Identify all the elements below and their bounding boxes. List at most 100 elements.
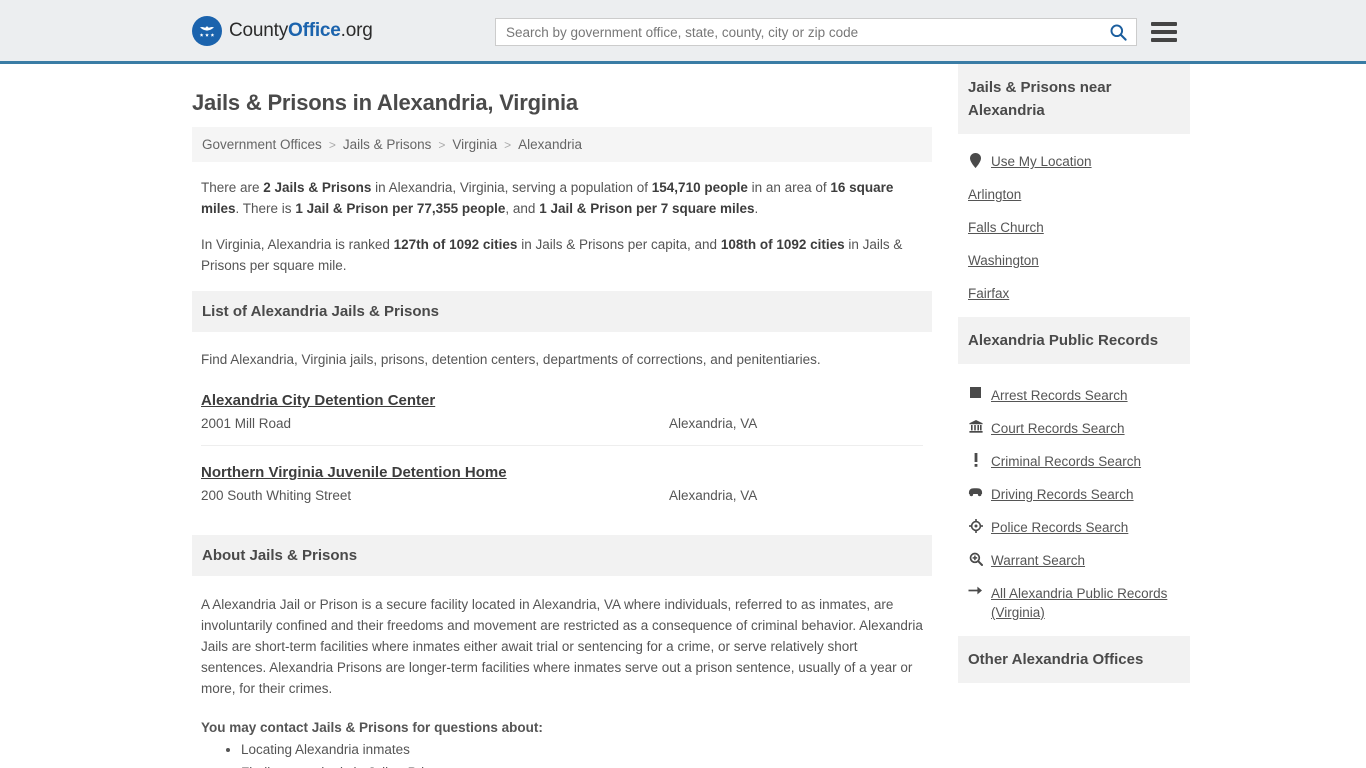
contact-lead-text: You may contact Jails & Prisons for ques…	[201, 720, 543, 735]
logo-text-org: .org	[340, 19, 373, 41]
sidebar-link-label[interactable]: All Alexandria Public Records (Virginia)	[991, 584, 1180, 622]
search-button[interactable]	[1107, 23, 1130, 42]
stat-population: 154,710 people	[651, 180, 748, 195]
main-column: Jails & Prisons in Alexandria, Virginia …	[192, 64, 932, 768]
breadcrumb-item-government-offices[interactable]: Government Offices	[202, 137, 322, 152]
intro-text: .	[754, 201, 759, 216]
courthouse-icon	[968, 420, 983, 433]
sidebar-link-label[interactable]: Police Records Search	[991, 518, 1128, 537]
list-section-description: Find Alexandria, Virginia jails, prisons…	[201, 352, 821, 367]
sidebar-public-records-list: Arrest Records Search Court Records Sear…	[958, 364, 1190, 622]
sidebar-nearby-title: Jails & Prisons near Alexandria	[958, 64, 1190, 134]
sidebar-card-other-offices: Other Alexandria Offices	[958, 636, 1190, 683]
listing-details-row: 2001 Mill Road Alexandria, VA	[201, 416, 923, 431]
search-box[interactable]	[495, 18, 1137, 46]
logo-text: CountyOffice.org	[229, 20, 373, 42]
breadcrumb-separator: >	[328, 137, 336, 152]
eagle-shield-icon	[192, 15, 222, 46]
intro-paragraph-2: In Virginia, Alexandria is ranked 127th …	[201, 234, 923, 276]
sidebar-item-police-records[interactable]: Police Records Search	[968, 518, 1180, 537]
sidebar-card-nearby: Jails & Prisons near Alexandria Use My L…	[958, 64, 1190, 303]
sidebar-item-driving-records[interactable]: Driving Records Search	[968, 485, 1180, 504]
list-item: Locating Alexandria inmates	[241, 738, 923, 761]
list-section-header: List of Alexandria Jails & Prisons	[192, 291, 932, 332]
sidebar-item-all-public-records[interactable]: All Alexandria Public Records (Virginia)	[968, 584, 1180, 622]
sidebar-link-label[interactable]: Falls Church	[968, 218, 1044, 237]
intro-paragraph-1: There are 2 Jails & Prisons in Alexandri…	[201, 177, 923, 219]
sidebar-link-label[interactable]: Fairfax	[968, 284, 1009, 303]
sidebar-link-label[interactable]: Washington	[968, 251, 1039, 270]
sidebar-link-label[interactable]: Use My Location	[991, 152, 1092, 171]
sidebar-item-arlington[interactable]: Arlington	[968, 185, 1180, 204]
breadcrumb-item-alexandria[interactable]: Alexandria	[518, 137, 582, 152]
site-logo[interactable]: CountyOffice.org	[192, 15, 373, 46]
search-input[interactable]	[506, 24, 1107, 40]
exclamation-icon	[968, 453, 983, 467]
listing-details-row: 200 South Whiting Street Alexandria, VA	[201, 488, 923, 503]
stat-rank-area: 108th of 1092 cities	[720, 237, 845, 252]
search-icon	[1110, 24, 1127, 41]
stat-rank-capita: 127th of 1092 cities	[393, 237, 518, 252]
hamburger-bar	[1151, 38, 1177, 42]
listing-address: 2001 Mill Road	[201, 416, 292, 431]
intro-text: There are	[201, 180, 264, 195]
intro-text: in an area of	[747, 180, 831, 195]
sidebar-item-fairfax[interactable]: Fairfax	[968, 284, 1180, 303]
breadcrumb-separator: >	[438, 137, 446, 152]
about-paragraph: A Alexandria Jail or Prison is a secure …	[201, 597, 923, 696]
intro-text: in Jails & Prisons per capita, and	[517, 237, 721, 252]
breadcrumb: Government Offices > Jails & Prisons > V…	[192, 127, 932, 162]
crosshair-badge-icon	[968, 519, 983, 533]
fingerprint-square-icon	[968, 387, 983, 398]
hamburger-menu-icon[interactable]	[1149, 20, 1179, 44]
sidebar-link-label[interactable]: Court Records Search	[991, 419, 1125, 438]
listing-city-state: Alexandria, VA	[669, 488, 758, 503]
sidebar-card-public-records: Alexandria Public Records Arrest Records…	[958, 317, 1190, 622]
about-section-header: About Jails & Prisons	[192, 535, 932, 576]
intro-text: , and	[505, 201, 540, 216]
sidebar-link-label[interactable]: Warrant Search	[991, 551, 1085, 570]
sidebar: Jails & Prisons near Alexandria Use My L…	[958, 64, 1190, 768]
stat-per-area: 1 Jail & Prison per 7 square miles	[539, 201, 755, 216]
hamburger-bar	[1151, 22, 1177, 26]
sidebar-link-label[interactable]: Arlington	[968, 185, 1021, 204]
sidebar-nearby-list: Use My Location Arlington Falls Church W…	[958, 134, 1190, 303]
breadcrumb-item-jails-prisons[interactable]: Jails & Prisons	[343, 137, 432, 152]
map-pin-icon	[968, 153, 983, 168]
contact-topics-list: Locating Alexandria inmates Finding out …	[241, 738, 923, 768]
listing-address: 200 South Whiting Street	[201, 488, 352, 503]
page-body: Jails & Prisons in Alexandria, Virginia …	[0, 64, 1366, 768]
breadcrumb-item-virginia[interactable]: Virginia	[452, 137, 497, 152]
listing-name-link[interactable]: Alexandria City Detention Center	[201, 392, 435, 409]
sidebar-item-arrest-records[interactable]: Arrest Records Search	[968, 386, 1180, 405]
car-icon	[968, 486, 983, 497]
list-section-body: Find Alexandria, Virginia jails, prisons…	[192, 350, 932, 517]
sidebar-link-label[interactable]: Criminal Records Search	[991, 452, 1141, 471]
intro-stats: There are 2 Jails & Prisons in Alexandri…	[192, 177, 932, 276]
sidebar-item-use-my-location[interactable]: Use My Location	[968, 152, 1180, 171]
sidebar-item-court-records[interactable]: Court Records Search	[968, 419, 1180, 438]
sidebar-item-falls-church[interactable]: Falls Church	[968, 218, 1180, 237]
stat-per-people: 1 Jail & Prison per 77,355 people	[295, 201, 506, 216]
list-item: Finding out who is in Jail or Prison	[241, 761, 923, 768]
header-search-area	[495, 18, 1179, 46]
logo-text-office: Office	[288, 19, 341, 41]
sidebar-item-warrant-search[interactable]: Warrant Search	[968, 551, 1180, 570]
intro-text: . There is	[235, 201, 296, 216]
logo-text-county: County	[229, 19, 289, 41]
hamburger-bar	[1151, 30, 1177, 34]
listing-name-link[interactable]: Northern Virginia Juvenile Detention Hom…	[201, 464, 507, 481]
sidebar-item-criminal-records[interactable]: Criminal Records Search	[968, 452, 1180, 471]
listing-item: Alexandria City Detention Center 2001 Mi…	[201, 392, 923, 446]
breadcrumb-separator: >	[504, 137, 512, 152]
sidebar-public-records-title: Alexandria Public Records	[958, 317, 1190, 364]
page-title: Jails & Prisons in Alexandria, Virginia	[192, 90, 578, 115]
sidebar-item-washington[interactable]: Washington	[968, 251, 1180, 270]
sidebar-link-label[interactable]: Driving Records Search	[991, 485, 1134, 504]
site-header: CountyOffice.org	[0, 0, 1366, 64]
intro-text: In Virginia, Alexandria is ranked	[201, 237, 394, 252]
sidebar-link-label[interactable]: Arrest Records Search	[991, 386, 1128, 405]
listing-city-state: Alexandria, VA	[669, 416, 758, 431]
stat-count: 2 Jails & Prisons	[263, 180, 372, 195]
about-section-body: A Alexandria Jail or Prison is a secure …	[192, 594, 932, 768]
